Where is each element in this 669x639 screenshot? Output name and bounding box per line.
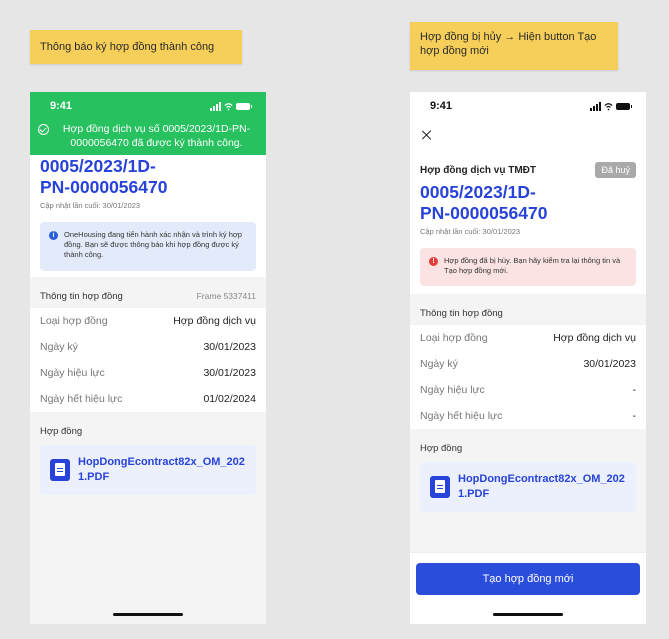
- battery-icon: [616, 102, 632, 110]
- contract-number-line1: 0005/2023/1D-: [420, 182, 536, 202]
- home-indicator: [113, 613, 183, 616]
- info-row: Ngày hiệu lực 30/01/2023: [40, 360, 256, 386]
- file-name-line1: HopDongEcontract82x_OM_202: [458, 473, 625, 485]
- signal-icon: [210, 101, 221, 111]
- status-bar: 9:41: [410, 92, 646, 120]
- status-bar: 9:41: [30, 92, 266, 120]
- row-value: Hợp đồng dịch vụ: [173, 315, 256, 327]
- create-new-contract-button[interactable]: Tạo hợp đồng mới: [416, 563, 640, 595]
- row-value: 30/01/2023: [203, 341, 256, 353]
- close-icon[interactable]: [422, 130, 432, 140]
- error-notice-text: Hợp đồng đã bị hủy. Bạn hãy kiểm tra lại…: [444, 256, 621, 275]
- frame-label: Frame 5337411: [196, 291, 256, 301]
- error-notice: ! Hợp đồng đã bị hủy. Bạn hãy kiểm tra l…: [420, 248, 636, 286]
- row-label: Ngày hiệu lực: [420, 384, 485, 396]
- status-icons: [210, 101, 252, 111]
- last-updated: Cập nhật lần cuối: 30/01/2023: [420, 227, 521, 236]
- battery-icon: [236, 102, 252, 110]
- info-notice: i OneHousing đang tiến hành xác nhận và …: [40, 222, 256, 271]
- toast-message: Hợp đồng dịch vụ số 0005/2023/1D-PN-0000…: [62, 123, 251, 149]
- file-name-line2: 1.PDF: [78, 471, 110, 483]
- row-label: Loại hợp đồng: [40, 315, 108, 327]
- success-toast[interactable]: 9:41 Hợp đồng dịch vụ số 0005/2023/1D-PN…: [30, 92, 266, 155]
- status-time: 9:41: [430, 100, 453, 112]
- signal-icon: [590, 101, 601, 111]
- document-icon: [430, 476, 450, 498]
- contract-number-line2: PN-0000056470: [420, 203, 548, 223]
- contract-info-card: Loại hợp đồng Hợp đồng dịch vụ Ngày ký 30/…: [30, 308, 266, 412]
- wifi-icon: [604, 102, 613, 110]
- info-notice-text: OneHousing đang tiến hành xác nhận và tr…: [64, 230, 242, 259]
- alert-icon: !: [429, 257, 438, 266]
- info-row: Ngày hết hiệu lực 01/02/2024: [40, 386, 256, 412]
- info-row: Ngày ký 30/01/2023: [420, 351, 636, 377]
- row-label: Loại hợp đồng: [420, 332, 488, 344]
- row-value: 30/01/2023: [203, 367, 256, 379]
- sticky-note-cancelled: Hợp đồng bị hủy → Hiện button Tạo hợp đồ…: [410, 22, 618, 70]
- files-title: Hợp đồng: [40, 426, 83, 437]
- files-header: Hợp đồng: [40, 426, 256, 437]
- bottom-action-bar: Tạo hợp đồng mới: [410, 552, 646, 624]
- row-value: 01/02/2024: [203, 393, 256, 405]
- row-value: -: [632, 410, 637, 422]
- contract-number: 0005/2023/1D- PN-0000056470: [420, 182, 636, 224]
- file-name-line1: HopDongEcontract82x_OM_202: [78, 456, 245, 468]
- row-label: Ngày hết hiệu lực: [420, 410, 503, 422]
- info-row: Ngày hết hiệu lực -: [420, 403, 636, 429]
- row-value: -: [632, 384, 637, 396]
- contract-number-line2: PN-0000056470: [40, 177, 168, 197]
- info-row: Ngày ký 30/01/2023: [40, 334, 256, 360]
- contract-number: 0005/2023/1D- PN-0000056470: [40, 156, 256, 198]
- info-row: Ngày hiệu lực -: [420, 377, 636, 403]
- document-icon: [50, 459, 70, 481]
- phone-screen-cancelled: 9:41 Hợp đồng dịch vụ TMĐT Đã huỷ 0005/2…: [410, 92, 646, 624]
- info-row: Loại hợp đồng Hợp đồng dịch vụ: [420, 325, 636, 351]
- file-name: HopDongEcontract82x_OM_202 1.PDF: [458, 472, 625, 502]
- contract-info-title: Thông tin hợp đồng: [40, 291, 123, 302]
- row-label: Ngày ký: [40, 341, 78, 353]
- home-indicator: [493, 613, 563, 616]
- contract-file[interactable]: HopDongEcontract82x_OM_202 1.PDF: [40, 445, 256, 495]
- sticky-note-success: Thông báo ký hợp đồng thành công: [30, 30, 242, 64]
- contract-file[interactable]: HopDongEcontract82x_OM_202 1.PDF: [420, 462, 636, 512]
- info-row: Loại hợp đồng Hợp đồng dịch vụ: [40, 308, 256, 334]
- status-icons: [590, 101, 632, 111]
- contract-info-card: Loại hợp đồng Hợp đồng dịch vụ Ngày ký 30/…: [410, 325, 646, 429]
- row-value: 30/01/2023: [583, 358, 636, 370]
- file-name-line2: 1.PDF: [458, 488, 490, 500]
- title-row: Hợp đồng dịch vụ TMĐT Đã huỷ: [420, 162, 636, 178]
- contract-info-header: Thông tin hợp đồng Frame 5337411: [40, 291, 256, 302]
- last-updated: Cập nhật lần cuối: 30/01/2023: [40, 201, 141, 210]
- row-label: Ngày hiệu lực: [40, 367, 105, 379]
- contract-info-header: Thông tin hợp đồng: [420, 308, 636, 319]
- row-value: Hợp đồng dịch vụ: [553, 332, 636, 344]
- status-time: 9:41: [50, 100, 73, 112]
- contract-info-title: Thông tin hợp đồng: [420, 308, 503, 319]
- check-circle-icon: [38, 124, 49, 135]
- row-label: Ngày ký: [420, 358, 458, 370]
- files-header: Hợp đồng: [420, 443, 636, 454]
- contract-number-line1: 0005/2023/1D-: [40, 156, 156, 176]
- file-name: HopDongEcontract82x_OM_202 1.PDF: [78, 455, 245, 485]
- wifi-icon: [224, 102, 233, 110]
- phone-screen-success: 9:41 Hợp đồng dịch vụ số 0005/2023/1D-PN…: [30, 92, 266, 624]
- status-badge: Đã huỷ: [595, 162, 636, 178]
- contract-title: Hợp đồng dịch vụ TMĐT: [420, 164, 536, 176]
- info-icon: i: [49, 231, 58, 240]
- row-label: Ngày hết hiệu lực: [40, 393, 123, 405]
- files-title: Hợp đồng: [420, 443, 463, 454]
